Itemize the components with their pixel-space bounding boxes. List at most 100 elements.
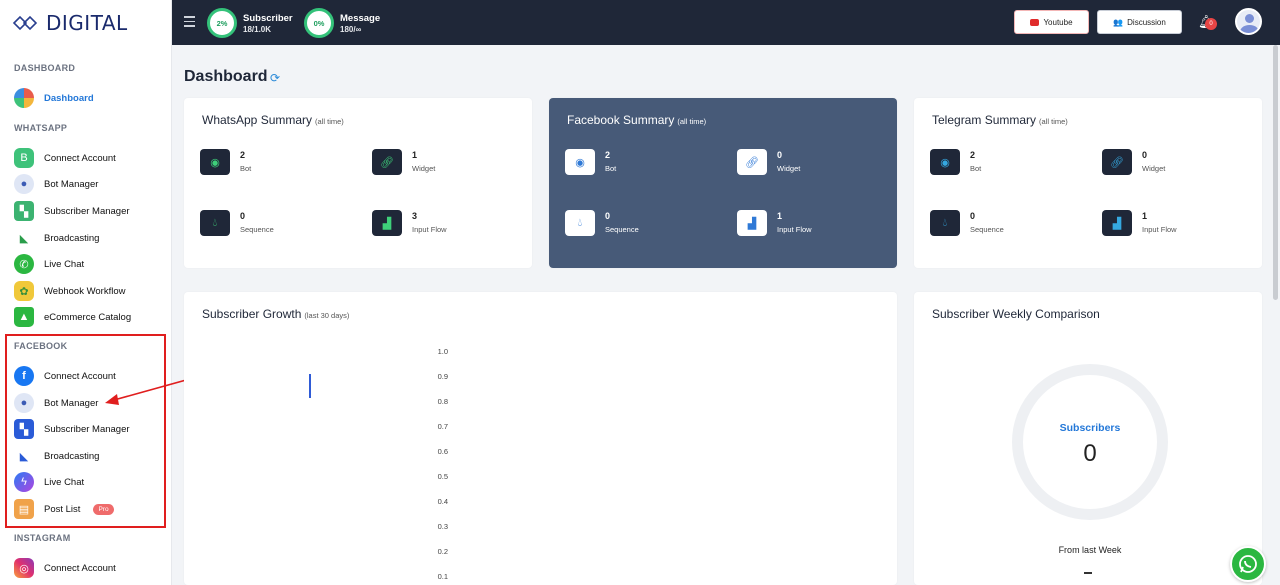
metric-sequence: 💧︎ 0 Sequence	[565, 210, 639, 236]
message-usage: 0% Message 180/∞	[304, 8, 380, 38]
metric-label: Widget	[777, 164, 801, 173]
growth-line-mark	[309, 374, 311, 398]
card-title: Telegram Summary (all time)	[932, 113, 1068, 127]
section-facebook: FACEBOOK	[14, 341, 68, 351]
whatsapp-business-icon: B	[14, 148, 34, 168]
chart-bars-icon: ▟	[372, 210, 402, 236]
sidebar-item-wa-subscriber-manager[interactable]: ▚ Subscriber Manager	[14, 200, 164, 222]
y-tick: 1.0	[437, 347, 448, 356]
metric-label: Bot	[970, 164, 982, 173]
metric-bot: ◉ 2 Bot	[200, 149, 251, 175]
message-label: Message	[340, 12, 381, 24]
sidebar-item-label: Live Chat	[44, 476, 85, 488]
metric-label: Input Flow	[412, 225, 447, 234]
link-icon: 🔗︎	[372, 149, 402, 175]
notification-count-badge: 0	[1205, 18, 1217, 30]
y-tick: 0.2	[437, 547, 448, 556]
metric-value: 2	[970, 150, 976, 160]
youtube-button[interactable]: Youtube	[1014, 10, 1089, 34]
y-tick: 0.3	[437, 522, 448, 531]
sidebar-item-fb-post-list[interactable]: ▤ Post List Pro	[14, 498, 164, 520]
metric-label: Input Flow	[777, 225, 812, 234]
sidebar-item-fb-subscriber-manager[interactable]: ▚ Subscriber Manager	[14, 418, 164, 440]
sidebar-item-label: Subscriber Manager	[44, 423, 130, 435]
metric-bot: ◉ 2 Bot	[565, 149, 616, 175]
sidebar-item-wa-ecommerce-catalog[interactable]: ▲ eCommerce Catalog	[14, 306, 164, 328]
metric-label: Bot	[240, 164, 252, 173]
webhook-workflow-icon: ✿	[14, 281, 34, 301]
metric-label: Sequence	[970, 225, 1004, 234]
discussion-button[interactable]: 👥 Discussion	[1097, 10, 1182, 34]
sidebar-item-wa-webhook-workflow[interactable]: ✿ Webhook Workflow	[14, 280, 164, 302]
metric-widget: 🔗︎ 0 Widget	[737, 149, 800, 175]
y-tick: 0.6	[437, 447, 448, 456]
donut-label: Subscribers	[1059, 422, 1121, 434]
sidebar-item-label: Subscriber Manager	[44, 205, 130, 217]
droplet-icon: 💧︎	[565, 210, 595, 236]
sidebar-item-wa-live-chat[interactable]: ✆ Live Chat	[14, 253, 164, 275]
subscriber-percent-ring: 2%	[207, 8, 237, 38]
card-title-text: Subscriber Weekly Comparison	[932, 307, 1100, 321]
whatsapp-icon: ✆	[14, 254, 34, 274]
metric-sequence: 💧︎ 0 Sequence	[200, 210, 274, 236]
metric-value: 3	[412, 211, 418, 221]
sidebar-item-wa-connect-account[interactable]: B Connect Account	[14, 147, 164, 169]
y-tick: 0.8	[437, 397, 448, 406]
sidebar-item-wa-bot-manager[interactable]: ● Bot Manager	[14, 173, 164, 195]
pro-badge: Pro	[93, 503, 114, 515]
card-title: Subscriber Growth (last 30 days)	[202, 307, 349, 321]
chart-bars-icon: ▟	[1102, 210, 1132, 236]
card-title-note: (all time)	[315, 117, 344, 126]
sidebar-item-ig-connect-account[interactable]: ◎ Connect Account	[14, 557, 164, 579]
card-title-text: Telegram Summary	[932, 113, 1037, 127]
card-title-note: (all time)	[677, 117, 707, 126]
sidebar-item-label: Bot Manager	[44, 178, 99, 190]
metric-value: 0	[970, 211, 976, 221]
sidebar-item-label: Broadcasting	[44, 232, 100, 244]
subscriber-manager-icon: ▚	[14, 201, 34, 221]
sidebar-item-fb-live-chat[interactable]: ϟ Live Chat	[14, 471, 164, 493]
metric-value: 1	[412, 150, 418, 160]
message-percent-ring: 0%	[304, 8, 334, 38]
section-whatsapp: WHATSAPP	[14, 123, 68, 133]
facebook-summary-card: Facebook Summary (all time) ◉ 2 Bot 🔗︎ 0 Wi…	[549, 98, 897, 268]
metric-label: Sequence	[240, 225, 274, 234]
scrollbar[interactable]	[1273, 45, 1278, 300]
broadcast-icon: ◣	[14, 228, 34, 248]
link-icon: 🔗︎	[1102, 149, 1132, 175]
card-title: Facebook Summary (all time)	[567, 113, 706, 127]
sidebar-item-label: Webhook Workflow	[44, 285, 126, 297]
post-list-icon: ▤	[14, 499, 34, 519]
refresh-icon[interactable]: ⟳	[270, 71, 280, 85]
metric-value: 1	[1142, 211, 1148, 221]
avatar[interactable]	[1235, 8, 1262, 35]
from-last-week-label: From last Week	[1058, 545, 1122, 555]
metric-value: 2	[605, 150, 611, 160]
robot-icon: ◉	[565, 149, 595, 175]
robot-icon: ◉	[930, 149, 960, 175]
section-dashboard: DASHBOARD	[14, 63, 76, 73]
menu-icon[interactable]	[184, 16, 195, 27]
sidebar: DIGITAL DASHBOARD Dashboard WHATSAPP B C…	[0, 0, 172, 585]
sidebar-item-wa-broadcasting[interactable]: ◣ Broadcasting	[14, 227, 164, 249]
y-tick: 0.1	[437, 572, 448, 581]
sidebar-item-fb-broadcasting[interactable]: ◣ Broadcasting	[14, 445, 164, 467]
telegram-summary-card: Telegram Summary (all time) ◉ 2 Bot 🔗︎ 0 Wi…	[914, 98, 1262, 268]
sidebar-item-dashboard[interactable]: Dashboard	[14, 87, 164, 109]
whatsapp-chat-button[interactable]	[1230, 546, 1266, 582]
robot-icon: ●	[14, 393, 34, 413]
y-tick: 0.4	[437, 497, 448, 506]
sidebar-item-label: eCommerce Catalog	[44, 311, 132, 323]
metric-label: Widget	[412, 164, 436, 173]
metric-value: 1	[777, 211, 783, 221]
messenger-icon: ϟ	[14, 472, 34, 492]
brand-logo[interactable]: DIGITAL	[12, 10, 128, 36]
metric-value: 0	[777, 150, 783, 160]
topbar: 2% Subscriber 18/1.0K 0% Message 180/∞ Y…	[172, 0, 1280, 45]
discussion-label: Discussion	[1127, 17, 1166, 27]
sidebar-item-label: Connect Account	[44, 562, 116, 574]
robot-icon: ◉	[200, 149, 230, 175]
users-icon: 👥	[1113, 17, 1124, 27]
droplet-icon: 💧︎	[200, 210, 230, 236]
donut-value: 0	[1083, 440, 1097, 467]
